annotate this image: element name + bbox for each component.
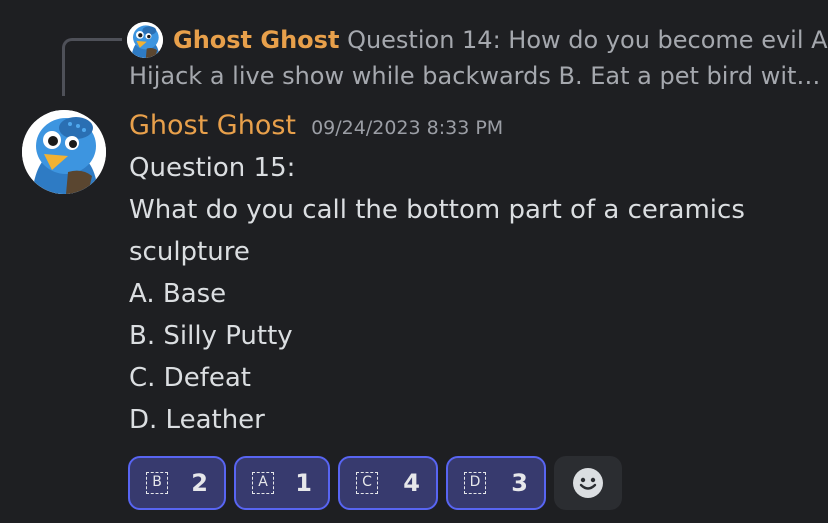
reaction-button-b[interactable]: B 2 [128, 456, 226, 510]
message-timestamp[interactable]: 09/24/2023 8:33 PM [311, 117, 503, 139]
letter-a-icon: A [252, 472, 274, 494]
bird-avatar-icon [22, 110, 106, 194]
message-author[interactable]: Ghost Ghost [129, 110, 296, 141]
message-header: Ghost Ghost 09/24/2023 8:33 PM [129, 105, 503, 147]
smiley-face-icon [573, 468, 603, 498]
reply-preview[interactable]: Ghost Ghost Question 14: How do you beco… [173, 22, 828, 58]
message-content: Question 15: What do you call the bottom… [129, 147, 819, 441]
message-line: Question 15: [129, 153, 296, 183]
reply-author[interactable]: Ghost Ghost [173, 26, 339, 54]
reaction-count: 4 [403, 469, 420, 497]
letter-c-icon: C [356, 472, 378, 494]
reply-text: Question 14: How do you become evil A. [347, 26, 828, 54]
reactions-bar: B 2 A 1 C 4 D 3 [128, 456, 622, 510]
reaction-button-a[interactable]: A 1 [234, 456, 330, 510]
reply-text-continued[interactable]: Hijack a live show while backwards B. Ea… [129, 58, 819, 94]
reaction-count: 3 [511, 469, 528, 497]
reaction-button-c[interactable]: C 4 [338, 456, 438, 510]
author-avatar[interactable] [22, 110, 106, 194]
reaction-button-d[interactable]: D 3 [446, 456, 546, 510]
message-line: C. Defeat [129, 363, 251, 393]
reply-connector-line [62, 38, 122, 96]
letter-d-icon: D [464, 472, 486, 494]
message-line: A. Base [129, 279, 227, 309]
reaction-count: 1 [295, 469, 312, 497]
reply-avatar[interactable] [127, 22, 163, 58]
message-line: D. Leather [129, 405, 265, 435]
message-line: sculpture [129, 237, 250, 267]
add-reaction-button[interactable] [554, 456, 622, 510]
message-line: What do you call the bottom part of a ce… [129, 195, 745, 225]
reaction-count: 2 [191, 469, 208, 497]
message-line: B. Silly Putty [129, 321, 293, 351]
bird-avatar-icon [127, 22, 163, 58]
letter-b-icon: B [146, 472, 168, 494]
